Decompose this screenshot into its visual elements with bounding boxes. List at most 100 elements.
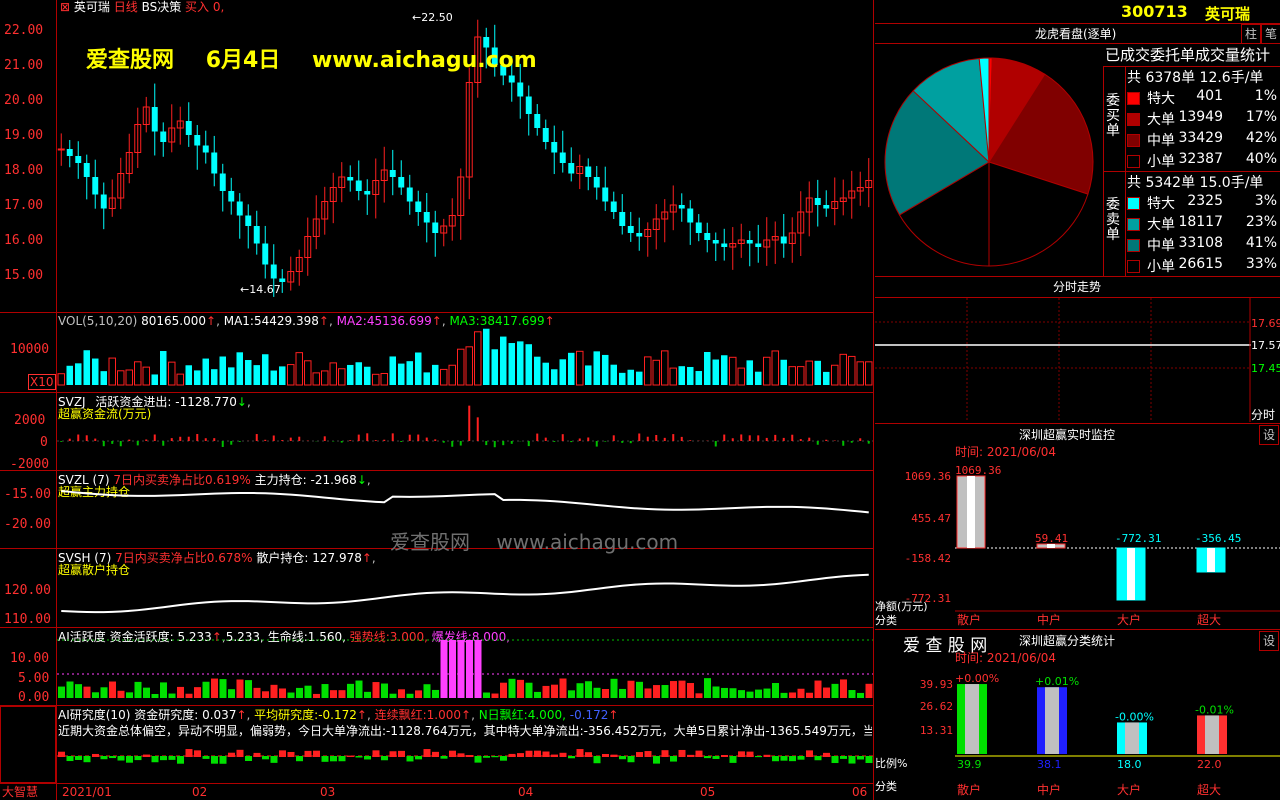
volume-bar (245, 360, 252, 385)
tick-mode-button[interactable]: 笔 (1261, 24, 1280, 44)
research-bar (355, 756, 363, 758)
price-axis-label: 16.00 (4, 233, 44, 248)
candle-body (627, 226, 634, 233)
activity-bar (610, 678, 618, 698)
order-percent: 33% (1245, 256, 1277, 272)
monitor-settings-button[interactable]: 设 (1259, 425, 1279, 445)
volume-bar (542, 362, 549, 385)
candle-body (636, 233, 643, 237)
activity-bar (483, 692, 490, 698)
volume-bar (814, 360, 821, 385)
intraday-axis-label: 17.57 (1251, 339, 1280, 352)
volume-bar (491, 349, 498, 385)
volume-bar (721, 355, 728, 385)
research-bar (338, 756, 346, 762)
activity-bar (253, 687, 261, 698)
activity-bar (338, 690, 346, 698)
volume-bar (347, 364, 354, 385)
order-row: 小单 32387 40% (1127, 151, 1277, 171)
volume-bar (160, 351, 167, 385)
research-bar (66, 756, 74, 762)
order-type: 特大 (1147, 196, 1175, 212)
monitor-title: 深圳超赢实时监控 (1019, 428, 1116, 442)
research-bar (194, 750, 201, 757)
volume-bar (729, 356, 737, 386)
ai-activity-chart[interactable] (57, 628, 873, 705)
intraday-x-label: 分时 (1251, 408, 1276, 422)
chart-menu-icon[interactable]: ⊠ (60, 0, 70, 14)
research-bar (168, 756, 176, 760)
research-bar (559, 752, 567, 757)
order-color-swatch (1127, 218, 1140, 231)
period-label[interactable]: 日线 (114, 0, 138, 14)
order-type: 大单 (1147, 217, 1175, 233)
activity-bar (270, 684, 278, 698)
svzj-chart[interactable] (57, 393, 873, 470)
volume-bar (185, 365, 192, 385)
research-bar (610, 754, 618, 757)
candle-body (721, 243, 728, 247)
volume-bar (415, 352, 422, 385)
bar-mode-button[interactable]: 柱 (1241, 24, 1261, 44)
stats-bar-highlight (965, 684, 979, 754)
svzl-axis-label: -15.00 (4, 487, 51, 502)
volume-bar (176, 373, 184, 386)
monitor-bar-highlight (967, 476, 975, 548)
activity-bar (143, 687, 150, 698)
activity-bar (279, 688, 286, 698)
research-bar (262, 756, 269, 760)
research-bar (228, 752, 235, 757)
activity-bar (559, 678, 567, 698)
intraday-chart[interactable] (875, 298, 1251, 422)
research-chart[interactable] (57, 706, 873, 783)
low-price-note: ←14.67 (240, 283, 281, 296)
order-color-swatch (1127, 197, 1140, 210)
volume-bar (559, 359, 566, 385)
stats-axis-label: 26.62 (920, 700, 953, 713)
monitor-bar-highlight (1127, 548, 1135, 600)
order-type: 特大 (1147, 91, 1175, 107)
activity-bar (627, 680, 635, 698)
research-bar (534, 750, 541, 757)
activity-bar (712, 686, 720, 698)
intraday-axis-label: 17.69 (1251, 317, 1280, 330)
activity-bar (313, 693, 320, 698)
candle-body (814, 198, 821, 205)
candle-body (780, 236, 787, 244)
x-axis-label: 06 (852, 785, 868, 799)
volume-bar (712, 359, 719, 385)
longhu-title[interactable]: 龙虎看盘(逐单) (1035, 27, 1116, 41)
research-bar (848, 756, 856, 764)
stats-title2: 深圳超赢分类统计 (1019, 634, 1116, 648)
volume-bar (627, 369, 634, 385)
research-bar (185, 749, 193, 757)
volume-bar (669, 367, 677, 386)
indicator-name[interactable]: BS决策 (142, 0, 182, 14)
volume-bar (805, 360, 813, 386)
candle-body (593, 177, 600, 188)
stats-bar-highlight (1125, 722, 1139, 754)
candle-body (517, 82, 524, 97)
activity-bar (695, 693, 703, 698)
intraday-title[interactable]: 分时走势 (1053, 280, 1101, 294)
research-bar (432, 751, 439, 757)
stats-bar-chart: 39.93 26.62 13.31 +0.00% 39.9 散户 +0.01% 38.1 中户 -… (920, 672, 1280, 797)
candle-body (678, 205, 685, 209)
svsh-chart[interactable] (57, 549, 873, 627)
chart-area[interactable]: ⊠ 英可瑞 日线 BS决策 买入 0, 22.00 21.00 20.00 19… (0, 0, 874, 800)
research-bar (58, 751, 65, 757)
research-bar (449, 750, 456, 757)
monitor-y-label: 净额(万元) (875, 600, 928, 613)
activity-bar (704, 678, 711, 698)
research-bar (840, 756, 847, 759)
candle-body (219, 173, 226, 191)
stats-settings-button[interactable]: 设 (1259, 631, 1279, 651)
research-bar (372, 750, 380, 757)
activity-bar (602, 689, 609, 698)
volume-bar (312, 372, 320, 386)
research-bar (83, 756, 91, 763)
activity-bar (636, 681, 643, 698)
volume-bar (253, 365, 260, 385)
volume-chart[interactable] (57, 313, 873, 392)
volume-bar (151, 374, 158, 385)
